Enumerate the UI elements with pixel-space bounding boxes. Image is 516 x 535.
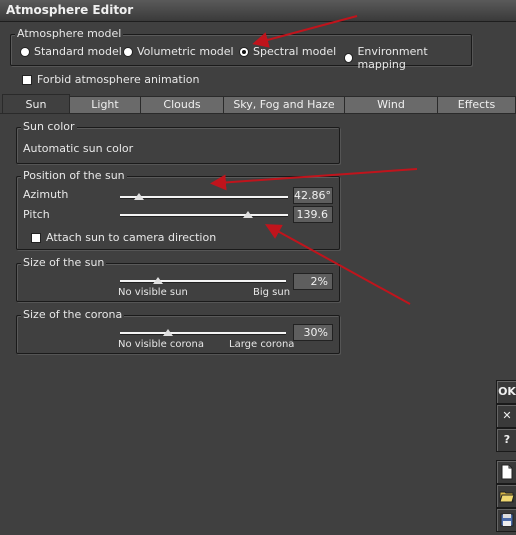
radio-label: Volumetric model [137, 45, 234, 58]
corona-size-legend: Size of the corona [21, 308, 125, 321]
checkbox-box [22, 74, 32, 85]
tab-light[interactable]: Light [69, 96, 141, 114]
sun-size-group: Size of the sun No visible sun Big sun 2… [16, 256, 340, 302]
azimuth-label: Azimuth [23, 188, 69, 201]
attach-sun-checkbox[interactable]: Attach sun to camera direction [31, 231, 216, 244]
radio-spectral-model[interactable]: Spectral model [240, 45, 336, 58]
sun-color-legend: Sun color [21, 120, 77, 133]
corona-size-slider[interactable] [120, 332, 286, 335]
radio-indicator [345, 54, 353, 62]
sun-position-legend: Position of the sun [21, 169, 127, 182]
corona-size-slider-thumb[interactable] [163, 329, 173, 336]
radio-label: Environment mapping [357, 45, 428, 71]
tab-wind[interactable]: Wind [344, 96, 438, 114]
radio-indicator [21, 47, 29, 56]
corona-size-max-label: Large corona [229, 339, 295, 350]
azimuth-slider[interactable] [120, 196, 288, 199]
tab-clouds[interactable]: Clouds [140, 96, 224, 114]
sun-size-slider-thumb[interactable] [153, 277, 163, 284]
sun-size-slider[interactable] [120, 280, 286, 283]
radio-standard-model[interactable]: Standard model [21, 45, 122, 58]
ok-button[interactable]: OK [496, 380, 516, 404]
tab-strip: Sun Light Clouds Sky, Fog and Haze Wind … [0, 94, 516, 114]
window-title: Atmosphere Editor [6, 3, 134, 17]
sun-size-value[interactable]: 2% [293, 273, 333, 290]
help-button[interactable]: ? [496, 428, 516, 452]
radio-indicator [124, 47, 132, 56]
corona-size-value[interactable]: 30% [293, 324, 333, 341]
pitch-slider-thumb[interactable] [243, 211, 253, 218]
checkbox-box [31, 232, 41, 243]
tab-sky-fog-haze[interactable]: Sky, Fog and Haze [223, 96, 345, 114]
checkbox-label: Attach sun to camera direction [46, 231, 217, 244]
save-disk-icon[interactable] [496, 508, 516, 532]
sun-size-max-label: Big sun [253, 287, 291, 298]
atmosphere-model-legend: Atmosphere model [15, 27, 124, 40]
pitch-slider[interactable] [120, 214, 288, 217]
azimuth-value[interactable]: 42.86° [293, 187, 333, 204]
tab-sun[interactable]: Sun [2, 94, 70, 114]
close-button[interactable]: ✕ [496, 404, 516, 428]
title-bar: Atmosphere Editor [0, 0, 516, 22]
pitch-label: Pitch [23, 208, 50, 221]
new-document-icon[interactable] [496, 460, 516, 484]
radio-volumetric-model[interactable]: Volumetric model [124, 45, 234, 58]
forbid-animation-checkbox[interactable]: Forbid atmosphere animation [22, 73, 200, 86]
azimuth-slider-thumb[interactable] [134, 193, 144, 200]
sun-position-group: Position of the sun Azimuth 42.86° Pitch… [16, 169, 340, 250]
tab-panel-border [0, 113, 516, 114]
pitch-value[interactable]: 139.6 [293, 206, 333, 223]
tab-effects[interactable]: Effects [437, 96, 516, 114]
sun-size-min-label: No visible sun [118, 287, 188, 298]
checkbox-label: Forbid atmosphere animation [37, 73, 200, 86]
radio-indicator-selected [240, 47, 248, 56]
open-folder-icon[interactable] [496, 484, 516, 508]
radio-label: Spectral model [253, 45, 337, 58]
sun-color-group: Sun color Automatic sun color [16, 120, 340, 164]
radio-label: Standard model [34, 45, 122, 58]
corona-size-min-label: No visible corona [118, 339, 205, 350]
sun-color-value[interactable]: Automatic sun color [23, 142, 133, 155]
atmosphere-model-group: Atmosphere model Standard model Volumetr… [10, 27, 472, 71]
radio-environment-mapping[interactable]: Environment mapping [345, 45, 471, 71]
corona-size-group: Size of the corona No visible corona Lar… [16, 308, 340, 354]
sun-size-legend: Size of the sun [21, 256, 107, 269]
